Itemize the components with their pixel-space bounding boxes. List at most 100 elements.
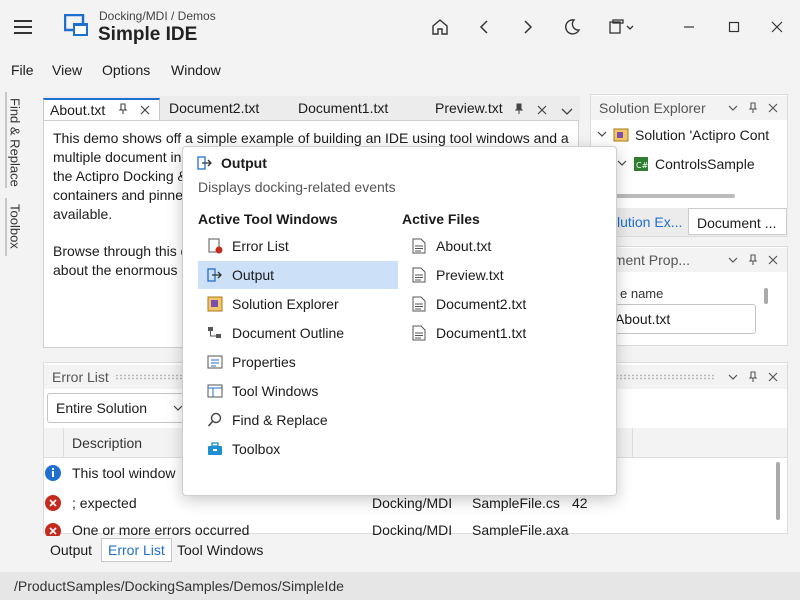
output-icon (206, 266, 224, 284)
app-title: Simple IDE (98, 24, 198, 45)
status-bar: /ProductSamples/DockingSamples/Demos/Sim… (0, 572, 800, 600)
document-outline-icon (206, 324, 224, 342)
popup-item-tool-windows[interactable]: Tool Windows (198, 377, 398, 405)
options-chevron-icon[interactable] (725, 369, 741, 385)
tab-solution-explorer[interactable]: lution Ex... (617, 214, 682, 230)
popup-item-label: Toolbox (232, 441, 281, 457)
text-file-icon (410, 324, 428, 342)
minimize-icon[interactable] (676, 14, 702, 40)
expand-chevron-icon (597, 131, 607, 137)
tree-item-project[interactable]: C# ControlsSample (617, 156, 755, 172)
popup-item-find-replace[interactable]: Find & Replace (198, 406, 398, 434)
back-icon[interactable] (471, 14, 497, 40)
document-properties-header: cument Prop... (591, 248, 787, 272)
popup-item-label: Output (232, 267, 275, 283)
find-icon (206, 411, 224, 429)
maximize-icon[interactable] (721, 14, 747, 40)
scope-dropdown[interactable]: Entire Solution (47, 393, 190, 423)
popup-item-label: Solution Explorer (232, 296, 339, 312)
solution-explorer-icon (206, 295, 224, 313)
close-icon[interactable] (765, 369, 781, 385)
app-logo-icon (63, 13, 90, 38)
pin-icon[interactable] (745, 100, 761, 116)
row-project: Docking/MDI (372, 494, 453, 511)
panel-title: Error List (52, 369, 109, 385)
pin-icon[interactable] (745, 369, 761, 385)
solution-explorer-header: Solution Explorer (591, 96, 787, 120)
text-file-icon (410, 266, 428, 284)
theme-moon-icon[interactable] (559, 14, 585, 40)
tab-preview-txt[interactable]: Preview.txt (435, 98, 503, 120)
options-chevron-icon[interactable] (725, 252, 741, 268)
popup-subtitle: Displays docking-related events (198, 179, 396, 195)
tab-list-chevron-icon[interactable] (561, 103, 573, 119)
files-header: Active Files (402, 211, 480, 227)
tab-document-outline[interactable]: Document ... (688, 208, 787, 235)
output-icon (197, 156, 212, 170)
popup-header: Output (197, 155, 267, 171)
menu-window[interactable]: Window (171, 62, 221, 78)
popup-item-label: Document Outline (232, 325, 345, 341)
tree-item-solution[interactable]: Solution 'Actipro Cont (597, 127, 769, 143)
row-project: Docking/MDI (372, 522, 453, 536)
popup-item-label: Find & Replace (232, 412, 328, 428)
pin-icon[interactable] (118, 102, 128, 118)
window-layout-icon[interactable] (606, 14, 636, 40)
row-file: SampleFile.cs (472, 494, 560, 511)
vertical-scrollbar[interactable] (764, 288, 768, 304)
popup-item-label: Error List (232, 238, 289, 254)
menu-view[interactable]: View (52, 62, 82, 78)
popup-item-properties[interactable]: Properties (198, 348, 398, 376)
popup-item-error-list[interactable]: Error List (198, 232, 398, 260)
vertical-scrollbar[interactable] (776, 462, 780, 520)
close-tab-icon[interactable] (140, 102, 150, 118)
column-description[interactable]: Description (72, 435, 142, 451)
pin-icon[interactable] (514, 102, 524, 118)
forward-icon[interactable] (515, 14, 541, 40)
home-icon[interactable] (427, 14, 453, 40)
solution-tree: Solution 'Actipro Cont C# ControlsSample (591, 122, 787, 202)
breadcrumb[interactable]: Docking/MDI / Demos (99, 9, 216, 23)
popup-item-label: Document2.txt (436, 296, 527, 312)
popup-file-document1[interactable]: Document1.txt (402, 319, 602, 347)
info-icon (45, 464, 61, 481)
popup-file-preview[interactable]: Preview.txt (402, 261, 602, 289)
close-window-icon[interactable] (764, 14, 790, 40)
tab-about-txt[interactable]: About.txt (43, 98, 160, 120)
close-tab-icon[interactable] (537, 102, 547, 118)
panel-title: Solution Explorer (599, 100, 706, 116)
popup-file-about[interactable]: About.txt (402, 232, 602, 260)
table-row[interactable]: One or more errors occurred Docking/MDI … (43, 518, 779, 536)
file-name-field[interactable]: About.txt (604, 304, 756, 334)
menu-file[interactable]: File (11, 62, 34, 78)
menu-bar: File View Options Window (0, 56, 800, 84)
tool-windows-header: Active Tool Windows (198, 211, 338, 227)
pin-icon[interactable] (745, 252, 761, 268)
tab-document2-txt[interactable]: Document2.txt (169, 98, 259, 120)
bottom-tab-tool-windows[interactable]: Tool Windows (171, 538, 269, 562)
side-tab-find-replace[interactable]: Find & Replace (5, 92, 23, 188)
expand-chevron-icon (617, 160, 627, 166)
bottom-tab-output[interactable]: Output (44, 538, 98, 562)
field-label: e name (620, 286, 664, 301)
tab-document1-txt[interactable]: Document1.txt (298, 98, 388, 120)
popup-file-document2[interactable]: Document2.txt (402, 290, 602, 318)
close-icon[interactable] (765, 252, 781, 268)
tree-label: ControlsSample (655, 156, 755, 172)
menu-options[interactable]: Options (102, 62, 150, 78)
options-chevron-icon[interactable] (725, 100, 741, 116)
popup-item-solution-explorer[interactable]: Solution Explorer (198, 290, 398, 318)
dropdown-value: Entire Solution (56, 400, 148, 416)
popup-title: Output (221, 155, 267, 171)
row-line: 42 (572, 494, 588, 511)
popup-item-label: Tool Windows (232, 383, 319, 399)
hamburger-menu-icon[interactable] (14, 20, 32, 34)
popup-item-label: Preview.txt (436, 267, 504, 283)
close-icon[interactable] (765, 100, 781, 116)
error-icon (45, 494, 61, 511)
side-tab-toolbox[interactable]: Toolbox (5, 198, 23, 256)
bottom-tab-error-list[interactable]: Error List (101, 538, 172, 562)
popup-item-output[interactable]: Output (198, 261, 398, 289)
popup-item-toolbox[interactable]: Toolbox (198, 435, 398, 463)
popup-item-document-outline[interactable]: Document Outline (198, 319, 398, 347)
